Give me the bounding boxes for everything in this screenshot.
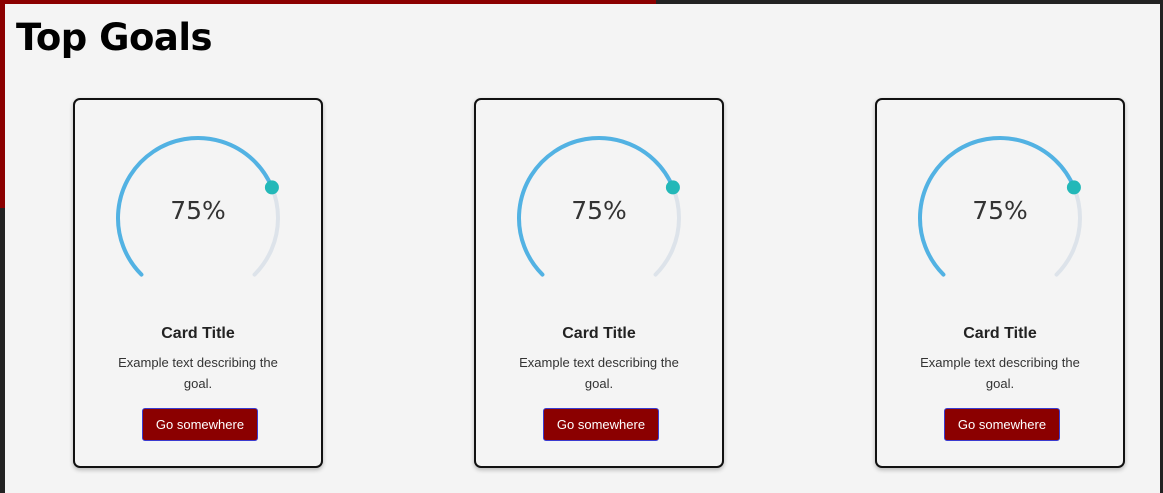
page-title: Top Goals	[16, 16, 213, 59]
goal-card-1: 75% Card Title Example text describing t…	[73, 98, 323, 468]
card-title: Card Title	[161, 325, 235, 342]
go-somewhere-button[interactable]: Go somewhere	[944, 408, 1060, 441]
card-text: Example text describing the goal.	[920, 355, 1080, 391]
go-somewhere-button[interactable]: Go somewhere	[142, 408, 258, 441]
card-title: Card Title	[963, 325, 1037, 342]
goal-card-2: 75% Card Title Example text describing t…	[474, 98, 724, 468]
gauge-value: 75%	[571, 196, 627, 225]
card-title: Card Title	[562, 325, 636, 342]
main-panel: Top Goals 75% Card Title Example text de…	[5, 4, 1160, 493]
gauge-value: 75%	[972, 196, 1028, 225]
gauge-knob	[665, 180, 680, 195]
go-somewhere-button[interactable]: Go somewhere	[543, 408, 659, 441]
goal-card-3: 75% Card Title Example text describing t…	[875, 98, 1125, 468]
gauge-knob	[264, 180, 279, 195]
gauge-value: 75%	[170, 196, 226, 225]
card-text: Example text describing the goal.	[519, 355, 679, 391]
gauge-knob	[1066, 180, 1081, 195]
card-text: Example text describing the goal.	[118, 355, 278, 391]
